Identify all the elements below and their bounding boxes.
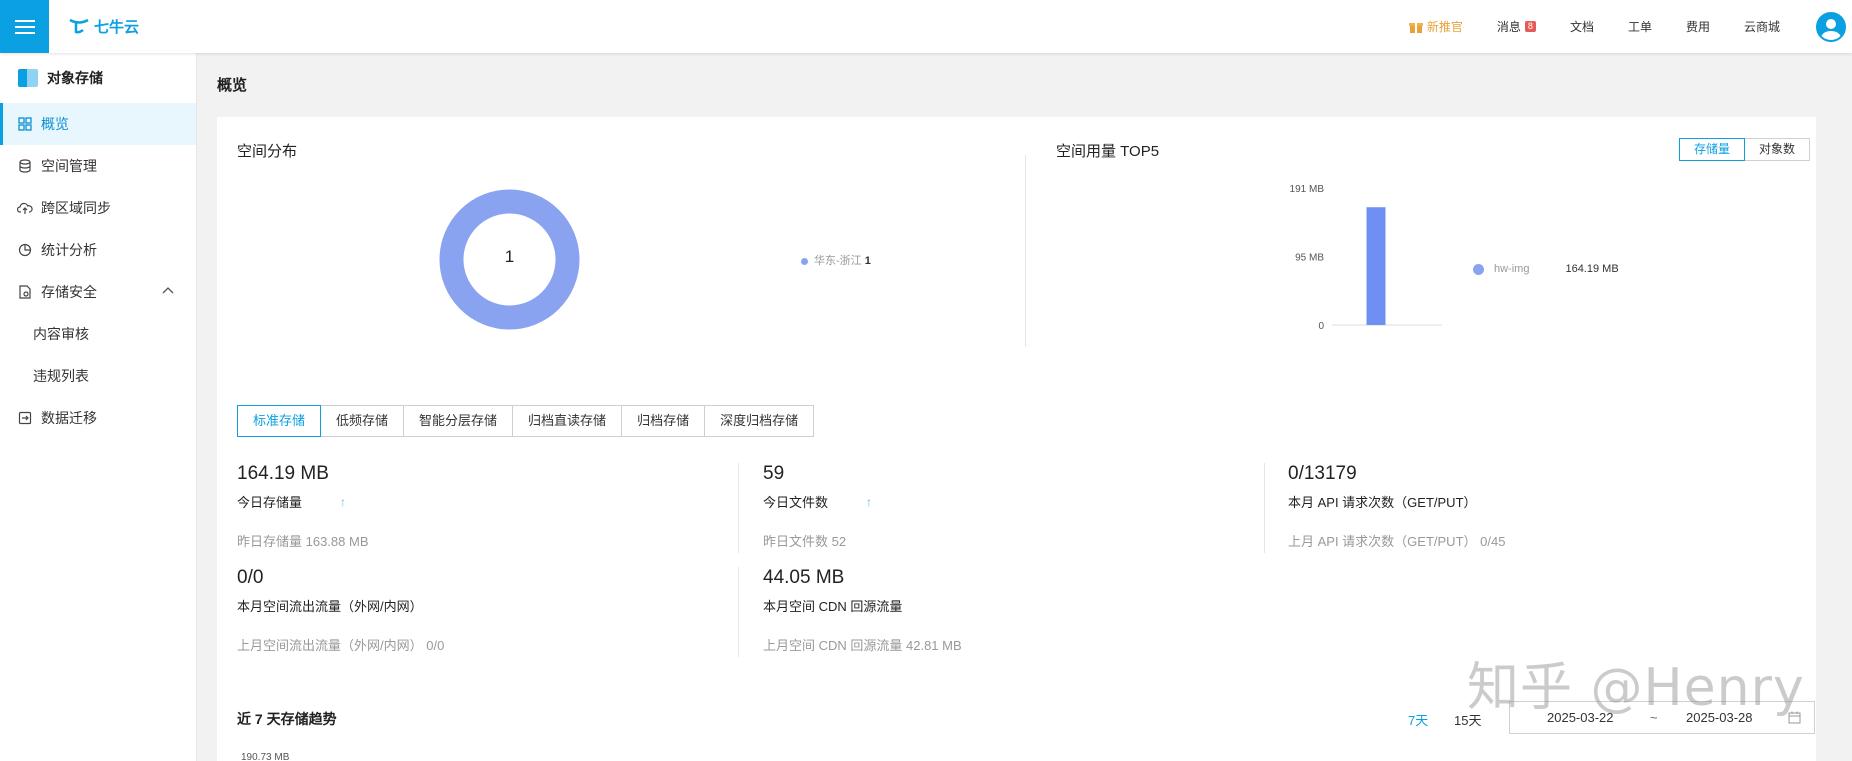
pie-chart-icon (17, 242, 33, 258)
top-nav: 新推官 消息 8 文档 工单 费用 云商城 (1375, 0, 1852, 53)
stat-previous: 昨日存储量 163.88 MB (237, 534, 369, 549)
sidebar-subitem-violations[interactable]: 违规列表 (0, 355, 196, 397)
legend-dot (801, 257, 808, 265)
top5-title: 空间用量 TOP5 (1056, 143, 1160, 160)
stat-value: 44.05 MB (763, 567, 845, 588)
page-title: 概览 (217, 77, 248, 94)
stat-value: 59 (763, 463, 785, 484)
messages-badge: 8 (1524, 21, 1536, 32)
y-tick-label: 0 (1318, 321, 1324, 332)
sidebar-item-label: 跨区域同步 (41, 200, 111, 216)
legend-value: 1 (864, 255, 871, 267)
sidebar-subitem-content-review[interactable]: 内容审核 (0, 313, 196, 355)
stat-value: 0/13179 (1288, 463, 1357, 484)
sidebar-item-storage-security[interactable]: 存储安全 (0, 271, 196, 313)
tab-standard[interactable]: 标准存储 (237, 405, 322, 437)
chevron-up-icon[interactable] (162, 286, 174, 294)
stat-label: 今日存储量 (237, 495, 303, 510)
sidebar-item-data-migration[interactable]: 数据迁移 (0, 397, 196, 439)
user-avatar[interactable] (1816, 11, 1846, 42)
legend-region: 华东-浙江 (814, 255, 862, 267)
cloud-sync-icon (17, 200, 33, 216)
tab-infrequent[interactable]: 低频存储 (321, 405, 405, 437)
stat-previous: 上月空间 CDN 回源流量 42.81 MB (763, 638, 962, 653)
sidebar-item-label: 数据迁移 (41, 410, 97, 426)
stat-divider (738, 567, 739, 657)
sidebar-product-header: 对象存储 (0, 53, 196, 103)
sidebar-item-label: 空间管理 (41, 158, 97, 174)
top5-legend-name: hw-img (1494, 263, 1530, 275)
sidebar: 对象存储 概览 空间管理 跨区域同步 统计分析 存储安全 内容审核 违规列表 数… (0, 53, 197, 761)
stat-api-requests: 0/13179 本月 API 请求次数（GET/PUT） 上月 API 请求次数… (1288, 463, 1505, 550)
gift-icon (1408, 22, 1423, 33)
brand-logo[interactable]: 七牛云 (68, 15, 139, 37)
sidebar-item-buckets[interactable]: 空间管理 (0, 145, 196, 187)
range-7-days[interactable]: 7天 (1408, 710, 1428, 729)
menu-icon[interactable] (0, 0, 49, 53)
tab-intelligent-tiering[interactable]: 智能分层存储 (404, 405, 514, 437)
stat-divider (1264, 463, 1265, 553)
stat-value: 0/0 (237, 567, 264, 588)
stat-cdn-traffic: 44.05 MB 本月空间 CDN 回源流量 上月空间 CDN 回源流量 42.… (763, 567, 962, 654)
top5-bar-chart: 191 MB 95 MB 0 (1290, 184, 1442, 332)
sidebar-item-overview[interactable]: 概览 (0, 103, 196, 145)
stat-divider (738, 463, 739, 553)
toggle-objects-button[interactable]: 对象数 (1745, 138, 1811, 161)
brand-name: 七牛云 (94, 18, 140, 36)
y-tick-label: 95 MB (1295, 253, 1324, 264)
top5-legend-value: 164.19 MB (1565, 263, 1619, 275)
stat-previous: 上月 API 请求次数（GET/PUT） 0/45 (1288, 534, 1506, 549)
stat-previous: 上月空间流出流量（外网/内网） 0/0 (237, 638, 445, 653)
stat-label: 今日文件数 (763, 495, 829, 510)
messages-link[interactable]: 消息 8 (1497, 18, 1536, 35)
legend-dot (1473, 263, 1484, 275)
watermark: 知乎 @Henry (1467, 658, 1805, 718)
bar-hw-img[interactable] (1366, 207, 1386, 325)
promo-label: 新推官 (1426, 20, 1463, 34)
sidebar-item-analytics[interactable]: 统计分析 (0, 229, 196, 271)
sidebar-item-label: 概览 (41, 116, 69, 132)
stat-label: 本月空间流出流量（外网/内网） (237, 599, 423, 614)
trend-title: 近 7 天存储趋势 (237, 711, 337, 727)
trend-y-axis-max: 190.73 MB (241, 752, 290, 761)
sidebar-item-label: 统计分析 (41, 242, 97, 258)
stat-label: 本月空间 CDN 回源流量 (763, 599, 903, 614)
stat-files: 59 今日文件数 ↑ 昨日文件数 52 (763, 463, 872, 550)
object-storage-icon (18, 69, 38, 87)
stat-storage: 164.19 MB 今日存储量 ↑ 昨日存储量 163.88 MB (237, 463, 369, 550)
tab-deep-archive[interactable]: 深度归档存储 (705, 405, 815, 437)
section-divider (1025, 155, 1026, 347)
top5-legend[interactable]: hw-img 164.19 MB (1473, 263, 1619, 275)
arrow-up-icon: ↑ (340, 494, 347, 509)
sidebar-product-title: 对象存储 (47, 70, 103, 86)
distribution-legend[interactable]: 华东-浙江 1 (801, 252, 871, 268)
sidebar-item-cross-region-sync[interactable]: 跨区域同步 (0, 187, 196, 229)
stat-label: 本月 API 请求次数（GET/PUT） (1288, 495, 1477, 510)
distribution-center-value: 1 (504, 247, 515, 266)
tab-archive-ir[interactable]: 归档直读存储 (513, 405, 623, 437)
sidebar-item-label: 存储安全 (41, 284, 97, 300)
y-tick-label: 191 MB (1290, 184, 1325, 195)
storage-class-tabs: 标准存储 低频存储 智能分层存储 归档直读存储 归档存储 深度归档存储 (237, 405, 815, 437)
tickets-link[interactable]: 工单 (1628, 18, 1652, 35)
promo-link[interactable]: 新推官 (1408, 18, 1463, 35)
top-bar: 七牛云 新推官 消息 8 文档 工单 费用 云商城 (0, 0, 1852, 53)
top5-metric-toggle: 存储量 对象数 (1679, 138, 1811, 161)
migration-icon (17, 410, 33, 426)
marketplace-link[interactable]: 云商城 (1744, 18, 1780, 35)
shield-document-icon (17, 284, 33, 300)
docs-link[interactable]: 文档 (1570, 18, 1594, 35)
stat-value: 164.19 MB (237, 463, 329, 484)
billing-link[interactable]: 费用 (1686, 18, 1710, 35)
messages-label: 消息 (1496, 20, 1521, 34)
stat-outbound-traffic: 0/0 本月空间流出流量（外网/内网） 上月空间流出流量（外网/内网） 0/0 (237, 567, 444, 654)
stat-previous: 昨日文件数 52 (763, 534, 847, 549)
distribution-title: 空间分布 (237, 143, 298, 160)
toggle-storage-button[interactable]: 存储量 (1679, 138, 1746, 161)
tab-archive[interactable]: 归档存储 (622, 405, 706, 437)
qiniu-logo-icon (69, 18, 89, 34)
grid-icon (17, 116, 33, 132)
database-icon (17, 158, 33, 174)
arrow-up-icon: ↑ (866, 494, 873, 509)
